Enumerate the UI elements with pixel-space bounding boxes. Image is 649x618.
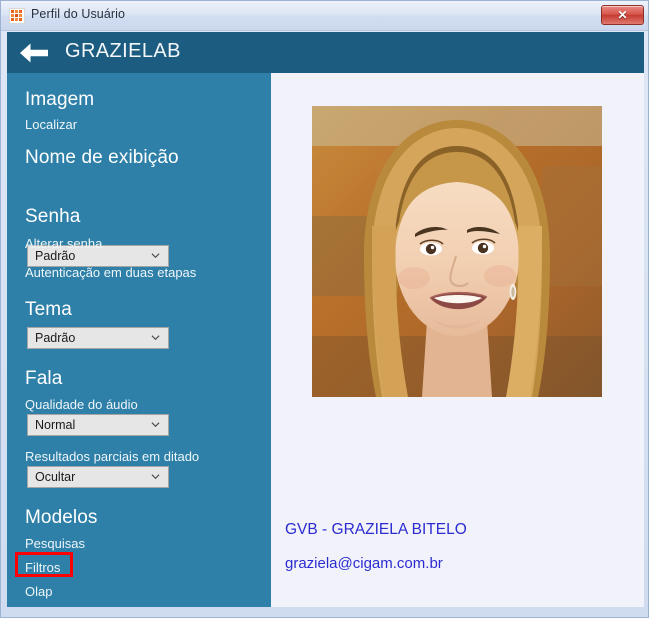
sidebar-heading-senha: Senha — [25, 206, 81, 227]
user-email: graziela@cigam.com.br — [285, 555, 443, 572]
dropdown-tema[interactable]: Padrão — [27, 327, 169, 349]
sidebar-item-localizar[interactable]: Localizar — [25, 117, 77, 132]
sidebar: Imagem Localizar Nome de exibição Padrão… — [7, 73, 271, 607]
label-qualidade-do-audio: Qualidade do áudio — [25, 397, 138, 412]
title-bar: Perfil do Usuário ✕ — [1, 1, 648, 31]
dropdown-qualidade-do-audio-value: Normal — [35, 418, 76, 432]
chevron-down-icon — [151, 335, 160, 341]
sidebar-heading-imagem: Imagem — [25, 89, 95, 110]
content-panel: GVB - GRAZIELA BITELO graziela@cigam.com… — [271, 73, 644, 607]
sidebar-heading-nome-de-exibicao: Nome de exibição — [25, 147, 179, 168]
sidebar-heading-modelos: Modelos — [25, 507, 98, 528]
sidebar-item-filtros[interactable]: Filtros — [25, 560, 60, 575]
sidebar-heading-tema: Tema — [25, 299, 72, 320]
chevron-down-icon — [151, 474, 160, 480]
back-arrow-icon[interactable] — [17, 40, 51, 66]
application-window: Perfil do Usuário ✕ GRAZIELAB Imagem Loc… — [0, 0, 649, 618]
window-title: Perfil do Usuário — [31, 7, 126, 21]
close-button[interactable]: ✕ — [601, 5, 644, 25]
chevron-down-icon — [151, 422, 160, 428]
dropdown-resultados-parciais-value: Ocultar — [35, 470, 76, 484]
sidebar-item-pesquisas[interactable]: Pesquisas — [25, 536, 85, 551]
app-header: GRAZIELAB — [7, 32, 644, 73]
dropdown-resultados-parciais[interactable]: Ocultar — [27, 466, 169, 488]
sidebar-item-alterar-senha[interactable]: Alterar senha — [25, 236, 102, 251]
dropdown-qualidade-do-audio[interactable]: Normal — [27, 414, 169, 436]
app-icon — [9, 8, 25, 24]
sidebar-item-autenticacao-duas-etapas[interactable]: Autenticação em duas etapas — [25, 265, 196, 280]
sidebar-item-olap[interactable]: Olap — [25, 584, 52, 599]
user-display-name: GVB - GRAZIELA BITELO — [285, 521, 467, 538]
chevron-down-icon — [151, 253, 160, 259]
sidebar-heading-fala: Fala — [25, 368, 63, 389]
close-icon: ✕ — [617, 8, 628, 22]
user-photo — [312, 106, 602, 397]
dropdown-tema-value: Padrão — [35, 331, 76, 345]
dropdown-nome-de-exibicao-value: Padrão — [35, 249, 76, 263]
header-title: GRAZIELAB — [65, 40, 181, 62]
label-resultados-parciais-em-ditado: Resultados parciais em ditado — [25, 449, 200, 464]
